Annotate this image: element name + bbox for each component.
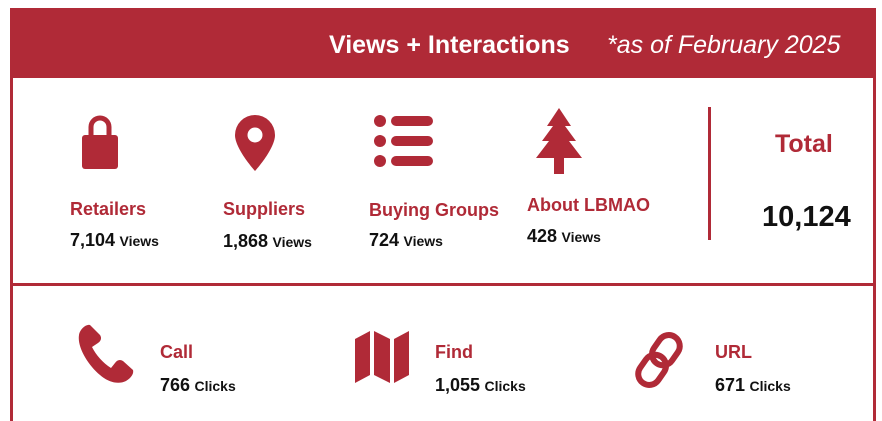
suppliers-label: Suppliers [223,199,306,219]
about-lbmao-views-unit: Views [561,229,601,245]
header-banner: Views + Interactions *as of February 202… [13,11,873,78]
call-count: 766 Clicks [160,375,236,396]
link-icon [633,327,685,398]
map-icon [355,331,409,388]
header-subtitle: *as of February 2025 [607,31,841,59]
retailers-count: 7,104 Views [70,230,159,251]
find-count: 1,055 Clicks [435,375,526,396]
buying-groups-label: Buying Groups [369,200,499,220]
find-clicks-unit: Clicks [484,378,526,394]
phone-icon [76,323,136,390]
call-label: Call [160,342,194,362]
suppliers-count: 1,868 Views [223,231,312,252]
buying-groups-count: 724 Views [369,230,443,251]
about-lbmao-count: 428 Views [527,226,601,247]
header-title: Views + Interactions [329,31,570,59]
url-clicks-unit: Clicks [749,378,791,394]
retailers-label: Retailers [70,199,147,219]
vertical-divider [708,107,711,240]
suppliers-views-unit: Views [272,234,312,250]
buying-groups-views-number: 724 [369,230,400,250]
retailers-views-number: 7,104 [70,230,116,250]
map-pin-icon [233,113,277,178]
about-lbmao-label: About LBMAO [527,195,650,215]
find-clicks-number: 1,055 [435,375,481,395]
stats-card: Views + Interactions *as of February 202… [10,8,876,421]
pine-tree-icon [534,108,584,181]
call-clicks-unit: Clicks [194,378,236,394]
shopping-bag-icon [80,115,120,174]
find-label: Find [435,342,473,362]
total-value: 10,124 [762,201,851,233]
list-icon [373,114,435,173]
total-label: Total [775,130,833,158]
url-count: 671 Clicks [715,375,791,396]
retailers-views-unit: Views [119,233,159,249]
buying-groups-views-unit: Views [403,233,443,249]
horizontal-divider [13,283,873,286]
url-label: URL [715,342,752,362]
suppliers-views-number: 1,868 [223,231,269,251]
about-lbmao-views-number: 428 [527,226,558,246]
call-clicks-number: 766 [160,375,191,395]
url-clicks-number: 671 [715,375,746,395]
